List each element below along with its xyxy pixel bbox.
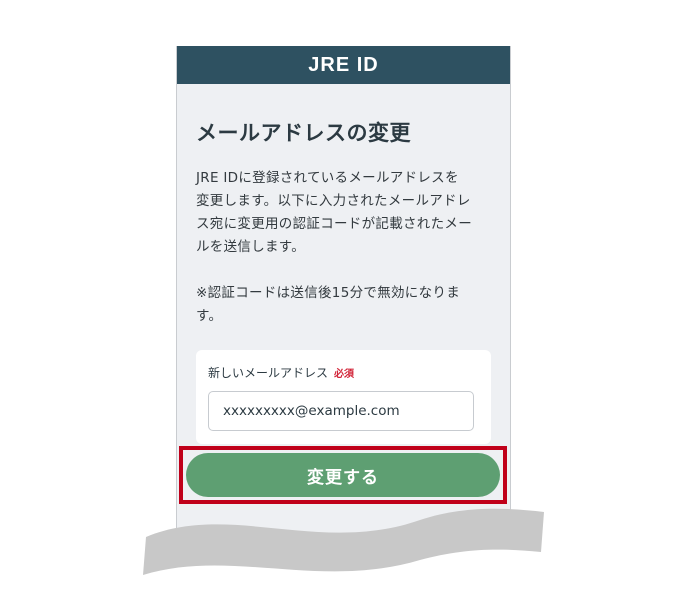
torn-edge-decoration	[0, 508, 686, 608]
